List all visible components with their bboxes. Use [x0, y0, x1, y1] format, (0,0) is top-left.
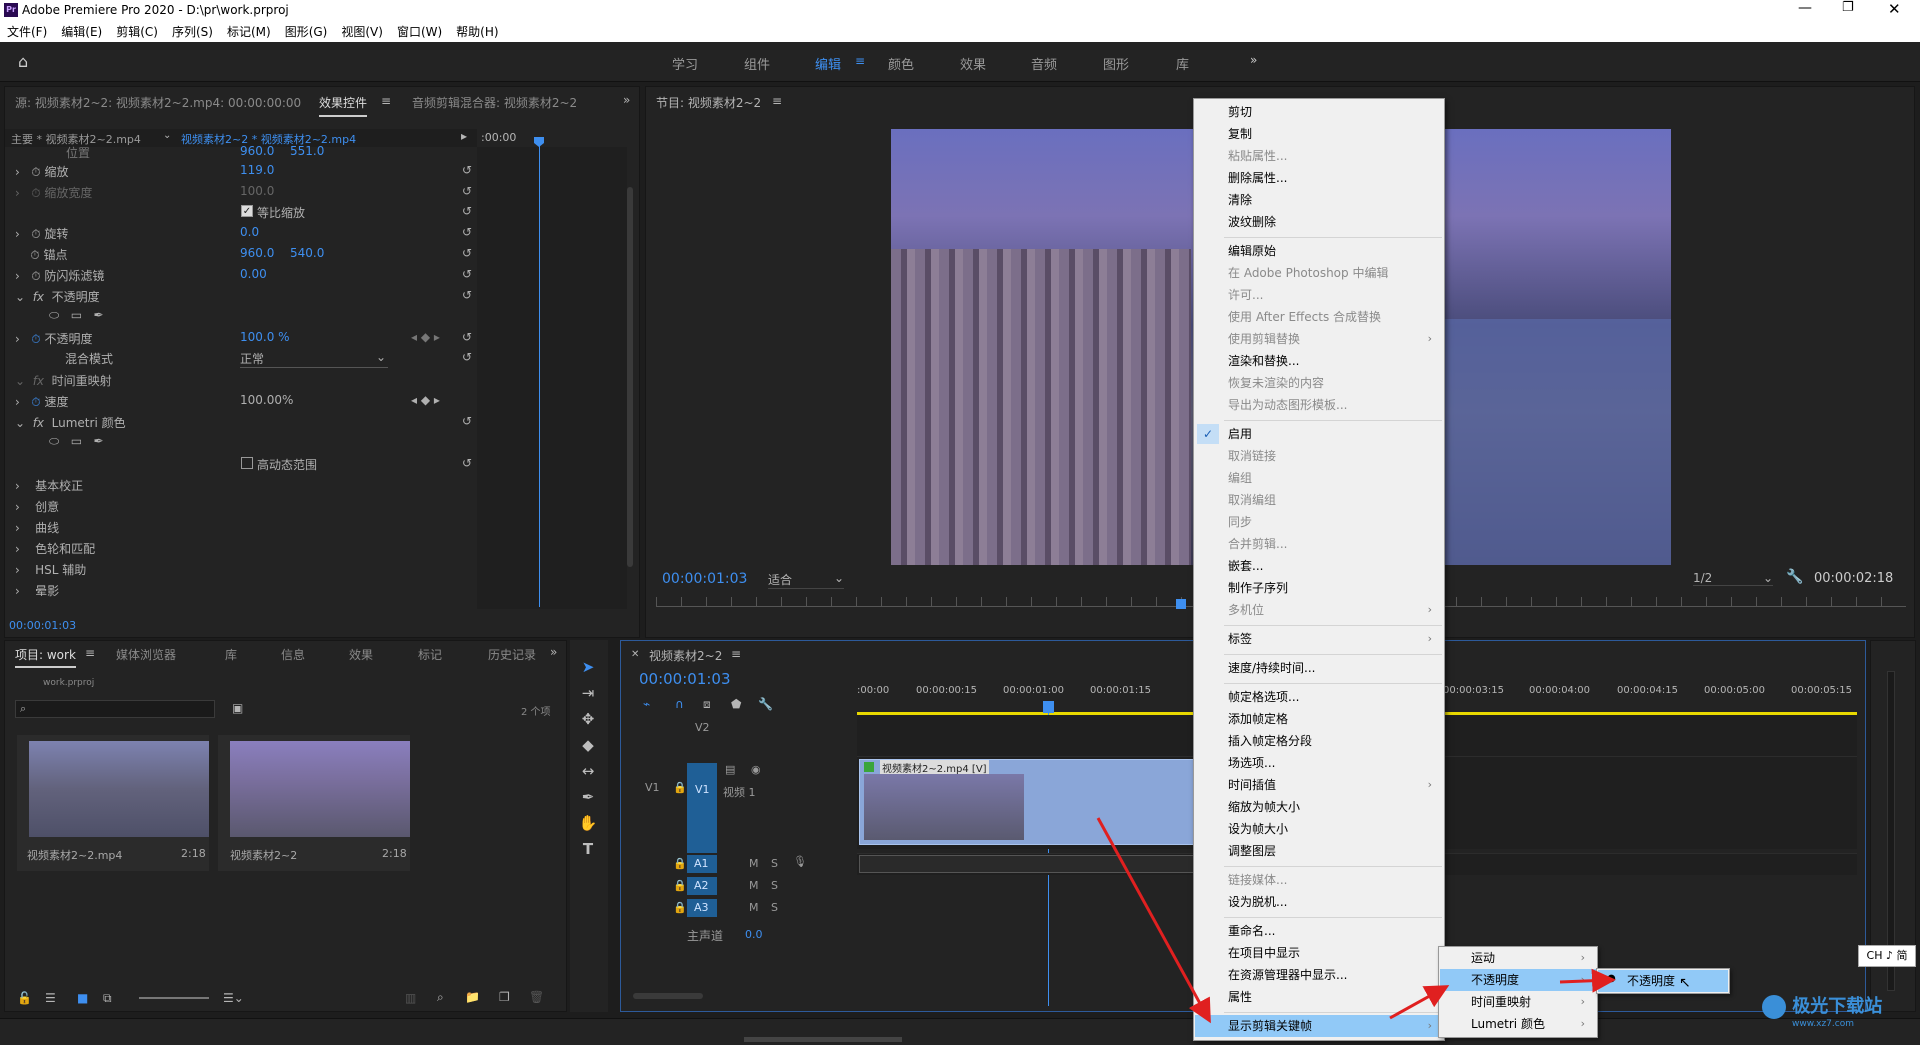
arrow-2 — [1389, 985, 1450, 1020]
watermark: 极光下载站 www.xz7.com — [1762, 992, 1882, 1029]
watermark-logo-icon — [1762, 995, 1786, 1019]
arrow-3 — [1559, 968, 1616, 993]
annotation-arrows — [1096, 817, 1616, 1024]
arrow-1 — [1096, 817, 1211, 1024]
